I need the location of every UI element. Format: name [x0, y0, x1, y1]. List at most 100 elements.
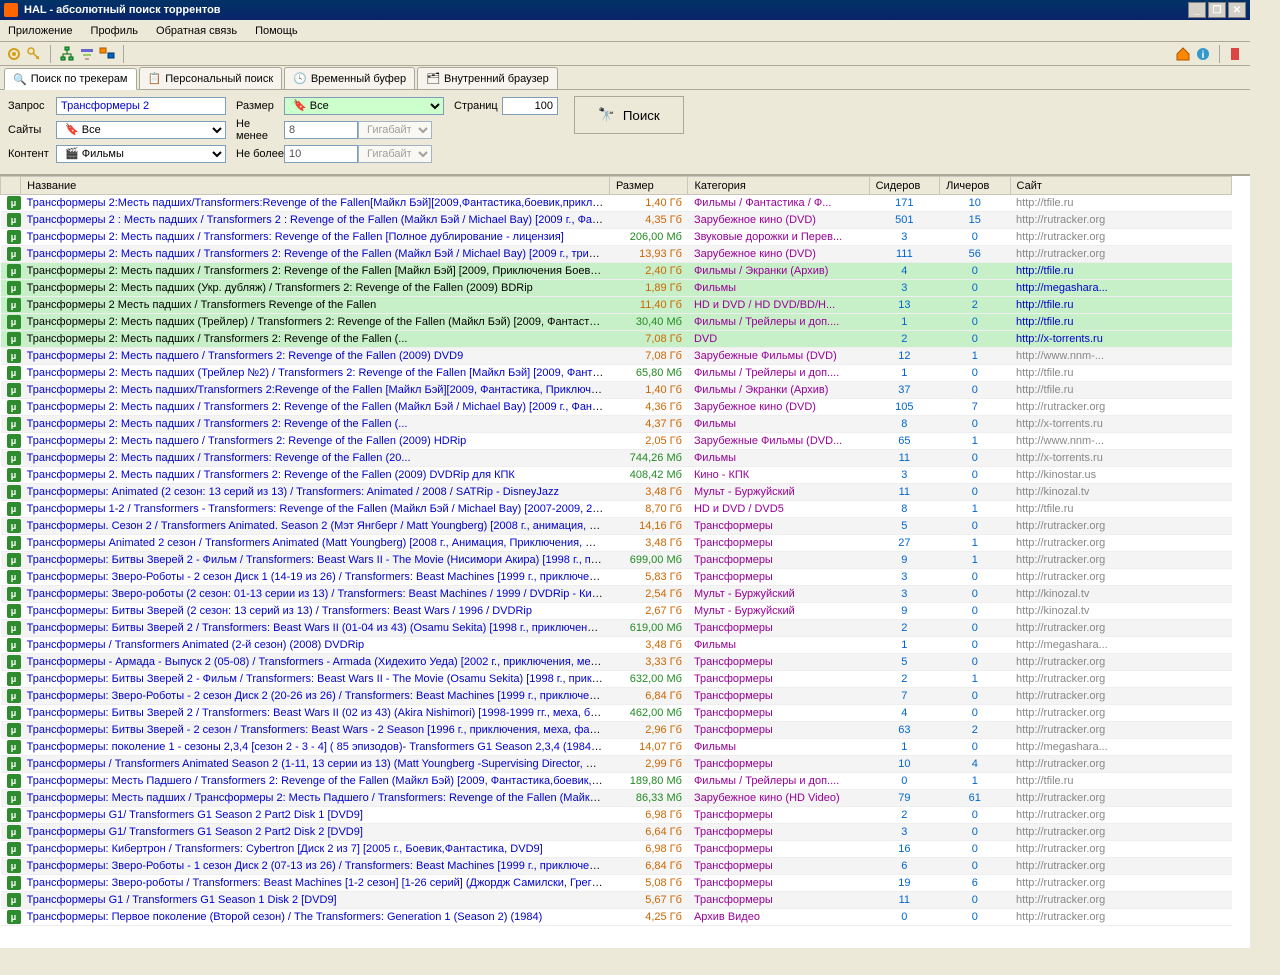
- table-row[interactable]: μТрансформеры 2: Месть падших / Transfor…: [1, 399, 1232, 416]
- filter-icon[interactable]: [79, 46, 95, 62]
- table-row[interactable]: μТрансформеры 2: Месть падших / Transfor…: [1, 246, 1232, 263]
- row-site: http://rutracker.org: [1016, 843, 1105, 855]
- table-row[interactable]: μТрансформеры: поколение 1 - сезоны 2,3,…: [1, 739, 1232, 756]
- language-icon[interactable]: [99, 46, 115, 62]
- gear-icon[interactable]: [6, 46, 22, 62]
- row-seeders: 1: [901, 741, 907, 753]
- row-name: Трансформеры: Кибертрон / Transformers: …: [27, 843, 543, 855]
- table-row[interactable]: μТрансформеры: Зверо-Роботы - 1 сезон Ди…: [1, 858, 1232, 875]
- pages-label: Страниц: [454, 100, 502, 112]
- menu-profile[interactable]: Профиль: [91, 25, 139, 37]
- table-row[interactable]: μТрансформеры 2 Месть падших / Transform…: [1, 297, 1232, 314]
- table-row[interactable]: μТрансформеры / Transformers Animated (2…: [1, 637, 1232, 654]
- col-leechers[interactable]: Личеров: [940, 177, 1010, 195]
- table-row[interactable]: μТрансформеры: Зверо-Роботы - 2 сезон Ди…: [1, 569, 1232, 586]
- pages-input[interactable]: [502, 97, 558, 115]
- row-seeders: 3: [901, 826, 907, 838]
- tab-search[interactable]: 🔍 Поиск по трекерам: [4, 68, 137, 90]
- col-seeders[interactable]: Сидеров: [869, 177, 939, 195]
- row-size: 462,00 Мб: [630, 707, 682, 719]
- col-category[interactable]: Категория: [688, 177, 869, 195]
- table-row[interactable]: μТрансформеры 2: Месть падших (Трейлер) …: [1, 314, 1232, 331]
- sites-select[interactable]: 🔖 Все: [56, 121, 226, 139]
- table-row[interactable]: μТрансформеры 2: Месть падших (Укр. дубл…: [1, 280, 1232, 297]
- tab-personal[interactable]: 📋 Персональный поиск: [139, 67, 283, 89]
- exit-icon[interactable]: [1228, 46, 1244, 62]
- table-row[interactable]: μТрансформеры: Битвы Зверей 2 - Фильм / …: [1, 671, 1232, 688]
- row-leechers: 0: [972, 384, 978, 396]
- table-row[interactable]: μТрансформеры: Первое поколение (Второй …: [1, 909, 1232, 926]
- table-row[interactable]: μТрансформеры: Битвы Зверей (2 сезон: 13…: [1, 603, 1232, 620]
- table-row[interactable]: μТрансформеры 1-2 / Transformers - Trans…: [1, 501, 1232, 518]
- table-row[interactable]: μТрансформеры 2: Месть падших / Transfor…: [1, 263, 1232, 280]
- menu-feedback[interactable]: Обратная связь: [156, 25, 237, 37]
- results-table-wrap[interactable]: Название Размер Категория Сидеров Личеро…: [0, 175, 1250, 948]
- row-site: http://tfile.ru: [1016, 316, 1073, 328]
- table-row[interactable]: μТрансформеры: Animated (2 сезон: 13 сер…: [1, 484, 1232, 501]
- table-row[interactable]: μТрансформеры G1/ Transformers G1 Season…: [1, 824, 1232, 841]
- row-category: Трансформеры: [694, 707, 773, 719]
- table-row[interactable]: μТрансформеры 2:Месть падших/Transformer…: [1, 195, 1232, 212]
- query-input[interactable]: [56, 97, 226, 115]
- col-name[interactable]: Название: [21, 177, 610, 195]
- table-row[interactable]: μТрансформеры: Месть Падшего / Transform…: [1, 773, 1232, 790]
- table-row[interactable]: μТрансформеры: Битвы Зверей - 2 сезон / …: [1, 722, 1232, 739]
- maximize-button[interactable]: ❐: [1208, 2, 1226, 18]
- key-icon[interactable]: [26, 46, 42, 62]
- table-row[interactable]: μТрансформеры: Битвы Зверей 2 / Transfor…: [1, 705, 1232, 722]
- table-row[interactable]: μТрансформеры: Зверо-Роботы - 2 сезон Ди…: [1, 688, 1232, 705]
- table-row[interactable]: μТрансформеры Animated 2 сезон / Transfo…: [1, 535, 1232, 552]
- table-row[interactable]: μТрансформеры 2: Месть падших / Transfor…: [1, 331, 1232, 348]
- info-icon[interactable]: i: [1195, 46, 1211, 62]
- row-leechers: 0: [972, 894, 978, 906]
- table-row[interactable]: μТрансформеры: Битвы Зверей 2 - Фильм / …: [1, 552, 1232, 569]
- binoculars-icon: 🔭: [598, 107, 615, 123]
- home-icon[interactable]: [1175, 46, 1191, 62]
- table-row[interactable]: μТрансформеры: Зверо-роботы / Transforme…: [1, 875, 1232, 892]
- tab-browser[interactable]: 🗂 Внутренний браузер: [417, 67, 558, 89]
- table-row[interactable]: μТрансформеры 2: Месть падших / Transfor…: [1, 450, 1232, 467]
- table-row[interactable]: μТрансформеры 2: Месть падшего / Transfo…: [1, 348, 1232, 365]
- row-name: Трансформеры: Первое поколение (Второй с…: [27, 911, 543, 923]
- table-row[interactable]: μТрансформеры / Transformers Animated Se…: [1, 756, 1232, 773]
- clock-icon: 🕓: [293, 72, 307, 85]
- row-leechers: 7: [972, 401, 978, 413]
- table-row[interactable]: μТрансформеры G1 / Transformers G1 Seaso…: [1, 892, 1232, 909]
- table-row[interactable]: μТрансформеры G1/ Transformers G1 Season…: [1, 807, 1232, 824]
- col-site[interactable]: Сайт: [1010, 177, 1231, 195]
- row-category: Трансформеры: [694, 537, 773, 549]
- torrent-icon: μ: [7, 774, 21, 788]
- row-site: http://rutracker.org: [1016, 673, 1105, 685]
- table-row[interactable]: μТрансформеры - Армада - Выпуск 2 (05-08…: [1, 654, 1232, 671]
- row-seeders: 11: [899, 486, 910, 498]
- table-row[interactable]: μТрансформеры: Месть падших / Трансформе…: [1, 790, 1232, 807]
- row-site: http://x-torrents.ru: [1016, 418, 1103, 430]
- row-name: Трансформеры: Зверо-Роботы - 2 сезон Дис…: [27, 690, 610, 702]
- table-row[interactable]: μТрансформеры 2: Месть падших / Transfor…: [1, 229, 1232, 246]
- content-select[interactable]: 🎬 Фильмы: [56, 145, 226, 163]
- row-name: Трансформеры G1/ Transformers G1 Season …: [27, 809, 363, 821]
- row-size: 86,33 Мб: [636, 792, 682, 804]
- minimize-button[interactable]: _: [1188, 2, 1206, 18]
- table-row[interactable]: μТрансформеры: Битвы Зверей 2 / Transfor…: [1, 620, 1232, 637]
- tree-icon[interactable]: [59, 46, 75, 62]
- table-row[interactable]: μТрансформеры 2: Месть падшего / Transfo…: [1, 433, 1232, 450]
- menu-help[interactable]: Помощь: [255, 25, 298, 37]
- table-row[interactable]: μТрансформеры 2: Месть падших / Transfor…: [1, 416, 1232, 433]
- close-button[interactable]: ✕: [1228, 2, 1246, 18]
- table-row[interactable]: μТрансформеры: Кибертрон / Transformers:…: [1, 841, 1232, 858]
- size-select[interactable]: 🔖 Все: [284, 97, 444, 115]
- row-name: Трансформеры: Битвы Зверей 2 - Фильм / T…: [27, 673, 610, 685]
- table-row[interactable]: μТрансформеры 2. Месть падших / Transfor…: [1, 467, 1232, 484]
- table-row[interactable]: μТрансформеры 2: Месть падших/Transforme…: [1, 382, 1232, 399]
- menu-app[interactable]: Приложение: [8, 25, 73, 37]
- table-row[interactable]: μТрансформеры 2: Месть падших (Трейлер №…: [1, 365, 1232, 382]
- search-button[interactable]: 🔭 Поиск: [574, 96, 684, 134]
- table-row[interactable]: μТрансформеры. Сезон 2 / Transformers An…: [1, 518, 1232, 535]
- table-row[interactable]: μТрансформеры 2 : Месть падших / Transfo…: [1, 212, 1232, 229]
- col-icon[interactable]: [1, 177, 21, 195]
- tab-buffer[interactable]: 🕓 Временный буфер: [284, 67, 415, 89]
- col-size[interactable]: Размер: [609, 177, 688, 195]
- table-row[interactable]: μТрансформеры: Зверо-роботы (2 сезон: 01…: [1, 586, 1232, 603]
- torrent-icon: μ: [7, 468, 21, 482]
